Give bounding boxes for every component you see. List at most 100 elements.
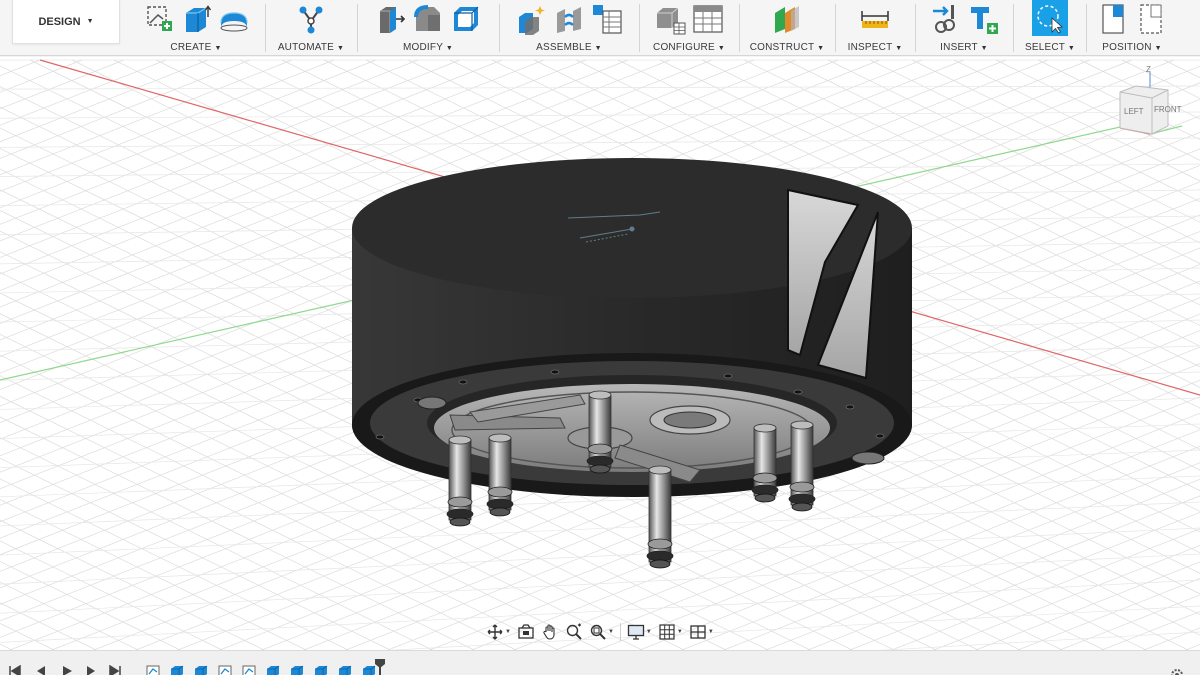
timeline-settings-button[interactable] [1169, 665, 1185, 675]
capture-position-icon[interactable] [1097, 2, 1129, 36]
timeline-next-button[interactable] [84, 664, 98, 675]
timeline-marker[interactable] [375, 659, 385, 675]
toolbar-divider [915, 4, 916, 52]
grid-line [0, 527, 1200, 585]
fit-icon [590, 624, 606, 640]
grid-line [1059, 594, 1200, 650]
construct-menu[interactable]: CONSTRUCT ▼ [746, 42, 828, 53]
bill-of-materials-icon[interactable] [591, 2, 623, 36]
grid-line [869, 59, 1200, 223]
timeline-feature-extrude[interactable] [194, 664, 209, 675]
grid-line [0, 478, 349, 650]
grid-line [0, 602, 97, 650]
select-group: SELECT ▼ [1018, 0, 1082, 56]
measure-icon[interactable] [859, 2, 891, 36]
toolbar-divider [1013, 4, 1014, 52]
fit-button[interactable]: ▼ [587, 621, 616, 643]
configure-menu[interactable]: CONFIGURE ▼ [646, 42, 732, 53]
extrude-icon[interactable] [180, 2, 212, 36]
offset-plane-icon[interactable] [771, 2, 803, 36]
last-icon [109, 664, 121, 675]
automate-menu[interactable]: AUTOMATE ▼ [272, 42, 350, 53]
mounting-pin [788, 420, 816, 512]
position-group: POSITION ▼ [1090, 0, 1174, 56]
joint-icon[interactable] [553, 2, 585, 36]
scene-canvas [0, 59, 1200, 650]
configure-group: CONFIGURE ▼ [646, 0, 732, 56]
assemble-group: ASSEMBLE ▼ [506, 0, 632, 56]
revolve-icon[interactable] [218, 2, 250, 36]
zoom-button[interactable] [563, 621, 585, 643]
timeline-play-button[interactable] [60, 664, 74, 675]
grid-snaps-button[interactable]: ▼ [656, 621, 685, 643]
gear-icon [1171, 669, 1183, 675]
position-menu[interactable]: POSITION ▼ [1090, 42, 1174, 53]
grid-line [1143, 627, 1200, 650]
chevron-down-icon: ▼ [86, 18, 94, 25]
look-at-button[interactable] [515, 621, 537, 643]
first-icon [9, 664, 21, 675]
grid-line [0, 643, 13, 650]
viewcube-z-label: Z [1146, 65, 1151, 74]
automate-icon[interactable] [295, 2, 327, 36]
insert-menu[interactable]: INSERT ▼ [922, 42, 1006, 53]
modify-group: MODIFY ▼ [364, 0, 492, 56]
create-sketch-icon[interactable] [142, 2, 174, 36]
timeline-feature-extrude[interactable] [338, 664, 353, 675]
fillet-icon[interactable] [412, 2, 444, 36]
grid-line [911, 59, 1200, 202]
create-group: CREATE ▼ [128, 0, 264, 56]
grid-line [0, 59, 125, 110]
orbit-button[interactable]: ▼ [484, 621, 513, 643]
toolbar-divider [639, 4, 640, 52]
new-component-icon[interactable] [515, 2, 547, 36]
grid-line [0, 581, 139, 650]
viewports-button[interactable]: ▼ [687, 621, 716, 643]
toolbar-divider [739, 4, 740, 52]
mounting-pin [646, 465, 674, 569]
viewcube-left-label[interactable]: LEFT [1124, 107, 1144, 116]
assemble-menu[interactable]: ASSEMBLE ▼ [506, 42, 632, 53]
create-menu[interactable]: CREATE ▼ [128, 42, 264, 53]
viewcube-front-label[interactable]: FRONT [1154, 105, 1182, 114]
insert-mcmaster-icon[interactable] [967, 2, 999, 36]
grid-line [0, 561, 181, 650]
configuration-table-icon[interactable] [692, 2, 724, 36]
pan-button[interactable] [539, 621, 561, 643]
timeline-feature-sketch[interactable] [146, 664, 161, 675]
construct-group: CONSTRUCT ▼ [746, 0, 828, 56]
revert-position-icon[interactable] [1135, 2, 1167, 36]
workspace-label: DESIGN [38, 15, 81, 28]
timeline-feature-extrude[interactable] [314, 664, 329, 675]
inspect-menu[interactable]: INSPECT ▼ [842, 42, 908, 53]
select-menu[interactable]: SELECT ▼ [1018, 42, 1082, 53]
mounting-pin [486, 433, 514, 517]
shell-icon[interactable] [450, 2, 482, 36]
workspace-switcher[interactable]: DESIGN ▼ [12, 0, 120, 44]
model-body[interactable] [352, 158, 912, 569]
configure-model-icon[interactable] [654, 2, 686, 36]
view-cube[interactable]: LEFT FRONT Z [1110, 62, 1190, 142]
timeline-last-button[interactable] [108, 664, 122, 675]
press-pull-icon[interactable] [374, 2, 406, 36]
grid-line [0, 553, 1200, 614]
grid-line [0, 137, 1200, 148]
timeline-feature-extrude[interactable] [290, 664, 305, 675]
timeline-feature-sketch[interactable] [218, 664, 233, 675]
timeline-previous-button[interactable] [34, 664, 48, 675]
navigation-bar: ▼ ▼ ▼ ▼ ▼ [480, 620, 720, 644]
timeline-feature-extrude[interactable] [266, 664, 281, 675]
modify-menu[interactable]: MODIFY ▼ [364, 42, 492, 53]
timeline-feature-extrude[interactable] [170, 664, 185, 675]
display-settings-button[interactable]: ▼ [625, 621, 654, 643]
timeline-first-button[interactable] [8, 664, 22, 675]
canvas-viewport[interactable]: LEFT FRONT Z ▼ ▼ ▼ ▼ ▼ [0, 57, 1200, 650]
fusion-window: DESIGN ▼ CREATE ▼ AUTOMATE ▼ MODIFY ▼ AS… [0, 0, 1200, 675]
grid-line [1185, 644, 1200, 650]
insert-derive-icon[interactable] [929, 2, 961, 36]
insert-group: INSERT ▼ [922, 0, 1006, 56]
select-icon[interactable] [1032, 0, 1068, 36]
timeline-feature-sketch[interactable] [242, 664, 257, 675]
inspect-group: INSPECT ▼ [842, 0, 908, 56]
grid-line [975, 561, 1200, 650]
